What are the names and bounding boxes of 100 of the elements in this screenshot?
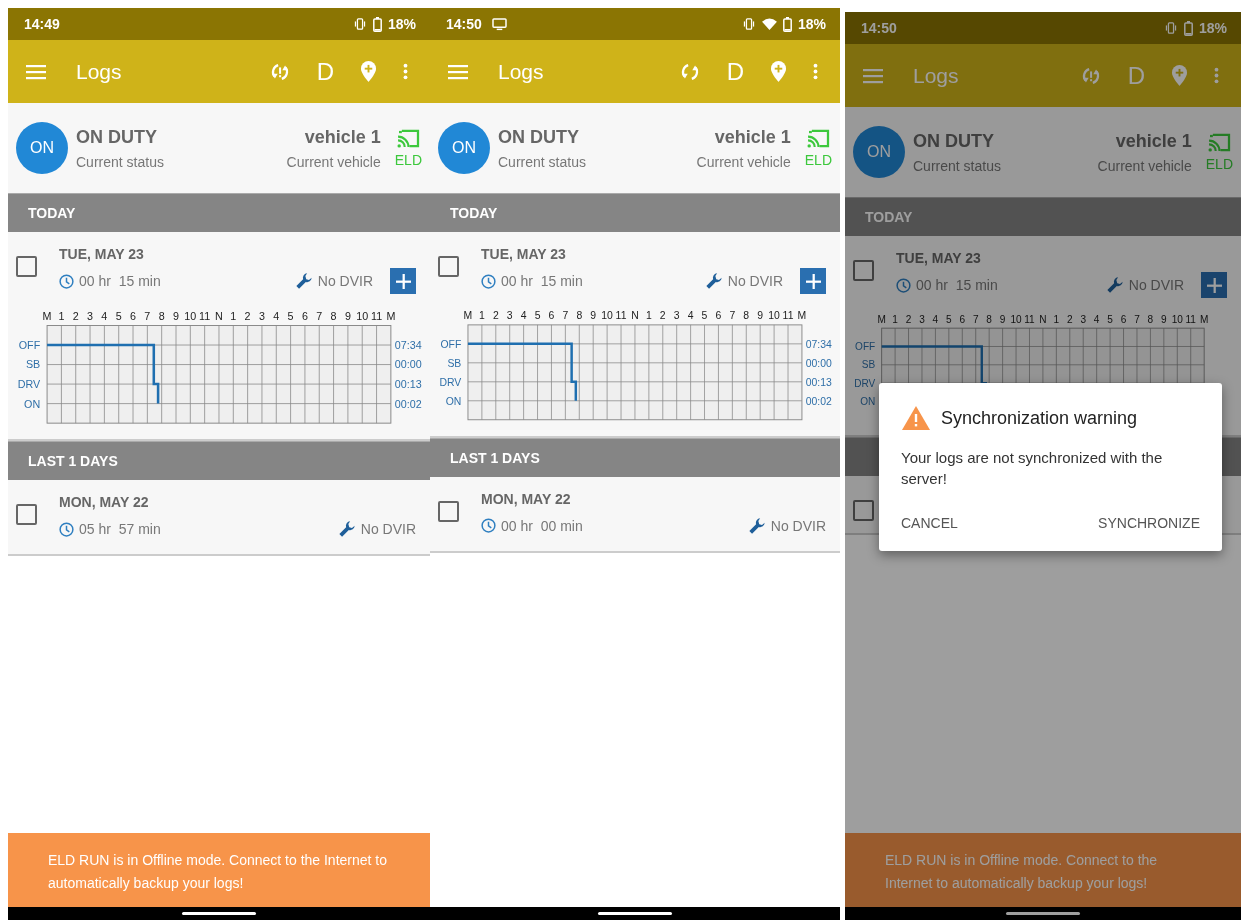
clock-icon (896, 277, 911, 293)
connection-label: ELD (394, 151, 422, 168)
duty-status-title: ON DUTY (913, 130, 995, 152)
vehicle-caption: Current vehicle (1097, 157, 1192, 174)
checkbox[interactable] (853, 500, 874, 522)
duty-status-caption: Current status (913, 157, 1001, 174)
screen-title: Logs (498, 59, 544, 84)
duty-total: 00:13 (805, 376, 832, 388)
duty-status-title: ON DUTY (498, 126, 580, 148)
hour-label: 6 (715, 310, 722, 322)
battery-icon (782, 16, 792, 32)
hour-label: 6 (548, 310, 555, 322)
duty-status-badge: ON (853, 126, 905, 178)
checkbox[interactable] (438, 256, 459, 277)
home-indicator[interactable] (598, 912, 672, 915)
dialog-button[interactable]: CANCEL (901, 509, 958, 537)
clock-time: 14:50 (446, 16, 482, 32)
add-button[interactable] (1201, 272, 1227, 298)
hour-label: 3 (87, 309, 94, 322)
hour-label: 7 (972, 313, 979, 325)
wifi-icon (761, 17, 777, 31)
hour-label: 10 (1010, 313, 1022, 325)
checkbox[interactable] (16, 256, 37, 277)
screen-title: Logs (76, 59, 122, 84)
hour-label: M (386, 309, 396, 322)
wrench-icon (337, 520, 356, 539)
vibrate-icon (352, 18, 367, 30)
hour-label: N (215, 309, 223, 322)
hour-label: 2 (1067, 313, 1073, 325)
hour-label: M (1199, 313, 1209, 325)
connection-label: ELD (1205, 155, 1233, 172)
vibrate-icon (741, 18, 756, 30)
location-add-icon[interactable] (1171, 64, 1188, 87)
hour-label: 1 (1053, 313, 1060, 325)
menu-icon[interactable] (448, 63, 468, 80)
cast-icon (1207, 132, 1231, 152)
wrench-icon (747, 516, 766, 535)
hour-label: 11 (782, 310, 794, 322)
hour-label: 11 (1185, 313, 1196, 325)
location-add-icon[interactable] (770, 60, 787, 83)
connection-label: ELD (804, 151, 832, 168)
duty-total: 00:00 (805, 357, 832, 369)
hour-label: 6 (301, 309, 308, 322)
hour-label: 10 (356, 309, 369, 322)
duty-row-label: SB (25, 358, 41, 371)
offline-message: ELD RUN is in Offline mode. Connect to the Internet to automatically backup your logs! (885, 852, 1158, 891)
duty-row-label: ON (24, 397, 41, 410)
clock-icon (59, 521, 74, 537)
location-add-icon[interactable] (360, 60, 377, 83)
wrench-icon (294, 272, 313, 290)
duty-status-badge: ON (438, 122, 490, 174)
log-date[interactable]: MON, MAY 22 (59, 494, 416, 511)
log-date[interactable]: TUE, MAY 23 (896, 250, 1227, 266)
duty-row-label: ON (445, 395, 462, 407)
more-options-icon[interactable] (813, 62, 818, 81)
hour-label: 2 (244, 309, 251, 322)
battery-percent: 18% (797, 16, 826, 32)
hour-label: 8 (743, 310, 750, 322)
hour-label: 3 (919, 313, 925, 325)
add-button[interactable] (390, 268, 416, 294)
checkbox[interactable] (438, 500, 459, 522)
log-date[interactable]: TUE, MAY 23 (481, 246, 826, 262)
hour-label: 8 (986, 313, 992, 325)
hour-label: 11 (199, 309, 211, 322)
hour-label: 9 (173, 309, 179, 322)
log-date[interactable]: TUE, MAY 23 (59, 246, 416, 262)
vehicle-name: vehicle 1 (304, 126, 381, 148)
plus-icon (395, 273, 411, 289)
hour-label: 2 (492, 310, 499, 322)
hour-label: M (877, 313, 886, 325)
vehicle-caption: Current vehicle (286, 153, 381, 170)
dialog-button[interactable]: SYNCHRONIZE (1098, 509, 1200, 537)
checkbox[interactable] (853, 260, 874, 281)
hour-label: 1 (479, 310, 485, 322)
hour-label: 8 (330, 309, 337, 322)
hour-label: 4 (101, 309, 108, 322)
log-date[interactable]: MON, MAY 22 (481, 490, 826, 507)
duty-row-label: OFF (440, 338, 462, 350)
hour-label: 9 (344, 309, 351, 322)
more-options-icon[interactable] (1214, 66, 1219, 85)
duty-total: 07:34 (394, 338, 422, 351)
home-indicator[interactable] (1006, 912, 1080, 915)
hour-label: 5 (1107, 313, 1113, 325)
hour-label: 7 (1134, 313, 1140, 325)
hour-label: 5 (287, 309, 294, 322)
hour-label: 5 (534, 310, 541, 322)
menu-icon[interactable] (863, 67, 883, 84)
menu-icon[interactable] (26, 63, 46, 80)
hour-label: 10 (768, 310, 780, 322)
add-button[interactable] (800, 268, 826, 294)
hour-label: 10 (184, 309, 197, 322)
duty-row-label: DRV (854, 377, 876, 389)
checkbox[interactable] (16, 504, 37, 526)
hour-label: 5 (115, 309, 122, 322)
hour-label: M (463, 310, 473, 322)
home-indicator[interactable] (182, 912, 256, 915)
duty-total: 07:34 (805, 338, 832, 350)
hour-label: 8 (158, 309, 165, 322)
section-title: LAST 1 DAYS (450, 449, 540, 466)
more-options-icon[interactable] (403, 62, 408, 81)
